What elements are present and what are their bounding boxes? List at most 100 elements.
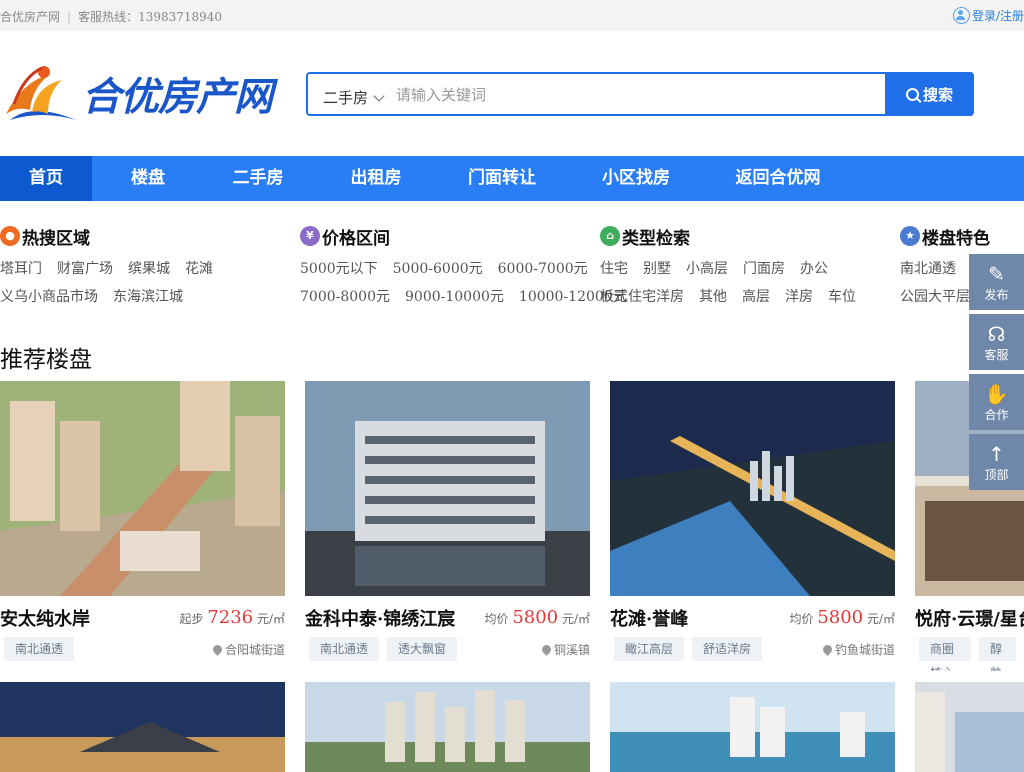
property-image[interactable] bbox=[305, 381, 590, 596]
nav-item-home[interactable]: 首页 bbox=[0, 156, 92, 201]
price-value: 7236 bbox=[207, 607, 254, 628]
filter-link[interactable]: 其他 bbox=[699, 289, 727, 305]
filter-link[interactable]: 财富广场 bbox=[57, 261, 113, 277]
search-category-select[interactable]: 二手房 bbox=[323, 87, 385, 108]
filter-area: ● 热搜区域 塔耳门 财富广场 缤果城 花滩 义乌小商品市场 东海滨江城 bbox=[0, 222, 228, 306]
property-name[interactable]: 悦府·云璟/星台 bbox=[915, 605, 1024, 631]
top-bar: 合优房产网 | 客服热线：13983718940 登录/注册 bbox=[0, 0, 1024, 31]
nav-item-back-to-main[interactable]: 返回合优网 bbox=[724, 156, 832, 201]
property-name[interactable]: 金科中泰·锦绣江宸 bbox=[305, 605, 455, 631]
filter-price-row-1: 5000元以下 5000-6000元 6000-7000元 bbox=[300, 258, 642, 278]
user-icon bbox=[952, 7, 970, 24]
nav-item-community-search[interactable]: 小区找房 bbox=[590, 156, 682, 201]
property-tag: 瞰江高层 bbox=[614, 637, 685, 661]
side-tool-service[interactable]: ☊ 客服 bbox=[969, 314, 1024, 370]
filter-type: ⌂ 类型检索 住宅 别墅 小高层 门面房 办公 板式住宅洋房 其他 高层 洋房 车位 bbox=[600, 222, 871, 306]
site-logo[interactable]: 合优房产网 bbox=[2, 62, 277, 126]
filter-link[interactable]: 小高层 bbox=[686, 261, 728, 277]
property-image[interactable] bbox=[0, 381, 285, 596]
filter-link[interactable]: 门面房 bbox=[743, 261, 785, 277]
property-card[interactable]: 金科中泰·锦绣江宸 均价 5800 元/㎡ 南北通透 透大飘窗 铜溪镇 bbox=[305, 381, 590, 661]
property-name[interactable]: 花滩·誉峰 bbox=[610, 605, 688, 631]
search-icon bbox=[905, 87, 919, 101]
property-price: 均价 5800 元/㎡ bbox=[789, 607, 895, 628]
site-name-link[interactable]: 合优房产网 bbox=[0, 10, 60, 24]
filter-area-row-1: 塔耳门 财富广场 缤果城 花滩 bbox=[0, 258, 228, 278]
side-tool-label: 顶部 bbox=[984, 468, 1009, 482]
filter-link[interactable]: 车位 bbox=[828, 289, 856, 305]
nav-item-resale[interactable]: 二手房 bbox=[218, 156, 298, 201]
side-tool-publish[interactable]: ✎ 发布 bbox=[969, 254, 1024, 310]
property-tag: 舒适洋房 bbox=[692, 637, 763, 661]
filter-link[interactable]: 7000-8000元 bbox=[300, 289, 390, 305]
login-register-link[interactable]: 登录/注册 bbox=[952, 7, 1024, 24]
filter-panel: ● 热搜区域 塔耳门 财富广场 缤果城 花滩 义乌小商品市场 东海滨江城 ¥ 价格区间 … bbox=[0, 222, 1024, 322]
search-bar: 二手房 搜索 bbox=[306, 72, 974, 116]
property-tag: 醇熟 bbox=[979, 637, 1016, 671]
hotline-text: 客服热线：13983718940 bbox=[78, 10, 223, 24]
filter-link[interactable]: 高层 bbox=[742, 289, 770, 305]
yen-icon: ¥ bbox=[300, 226, 320, 246]
filter-link[interactable]: 5000元以下 bbox=[300, 261, 378, 277]
login-label: 登录/注册 bbox=[971, 9, 1024, 23]
nav-item-shop-transfer[interactable]: 门面转让 bbox=[456, 156, 548, 201]
filter-type-heading: ⌂ 类型检索 bbox=[600, 222, 871, 250]
property-tag: 商圈核心 bbox=[919, 637, 971, 671]
filter-link[interactable]: 义乌小商品市场 bbox=[0, 289, 98, 305]
filter-feature-heading: ★ 楼盘特色 bbox=[900, 222, 990, 250]
property-tags: 南北通透 bbox=[4, 637, 82, 661]
chevron-down-icon bbox=[373, 89, 385, 102]
filter-price: ¥ 价格区间 5000元以下 5000-6000元 6000-7000元 7000-… bbox=[300, 222, 642, 306]
property-card[interactable]: 花滩·誉峰 均价 5800 元/㎡ 瞰江高层 舒适洋房 钓鱼城街道 bbox=[610, 381, 895, 661]
filter-type-row-1: 住宅 别墅 小高层 门面房 办公 bbox=[600, 258, 871, 278]
top-bar-left: 合优房产网 | 客服热线：13983718940 bbox=[0, 8, 222, 25]
filter-feature-title: 楼盘特色 bbox=[922, 228, 990, 249]
filter-link[interactable]: 缤果城 bbox=[128, 261, 170, 277]
filter-link[interactable]: 9000-10000元 bbox=[405, 289, 504, 305]
property-image[interactable] bbox=[305, 682, 590, 772]
location-text: 合阳城街道 bbox=[224, 643, 285, 657]
filter-link[interactable]: 住宅 bbox=[600, 261, 628, 277]
filter-link[interactable]: 东海滨江城 bbox=[113, 289, 183, 305]
property-name[interactable]: 安太纯水岸 bbox=[0, 605, 90, 631]
search-button[interactable]: 搜索 bbox=[885, 72, 974, 116]
nav-item-rental[interactable]: 出租房 bbox=[336, 156, 416, 201]
filter-link[interactable]: 5000-6000元 bbox=[393, 261, 483, 277]
filter-type-row-2: 板式住宅洋房 其他 高层 洋房 车位 bbox=[600, 286, 871, 306]
main-nav: 首页 楼盘 二手房 出租房 门面转让 小区找房 返回合优网 bbox=[0, 156, 1024, 201]
filter-area-row-2: 义乌小商品市场 东海滨江城 bbox=[0, 286, 228, 306]
price-value: 5800 bbox=[817, 607, 864, 628]
side-tool-back-to-top[interactable]: ↑ 顶部 bbox=[969, 434, 1024, 490]
filter-link[interactable]: 板式住宅洋房 bbox=[600, 289, 684, 305]
property-location: 合阳城街道 bbox=[211, 641, 285, 658]
filter-link[interactable]: 公园大平层 bbox=[900, 289, 970, 305]
nav-item-new-homes[interactable]: 楼盘 bbox=[108, 156, 188, 201]
price-unit: 元/㎡ bbox=[561, 612, 590, 626]
property-card[interactable]: 安太纯水岸 起步 7236 元/㎡ 南北通透 合阳城街道 bbox=[0, 381, 285, 661]
property-tag: 南北通透 bbox=[4, 637, 75, 661]
filter-price-title: 价格区间 bbox=[322, 228, 390, 249]
filter-link[interactable]: 6000-7000元 bbox=[498, 261, 588, 277]
filter-link[interactable]: 塔耳门 bbox=[0, 261, 42, 277]
filter-link[interactable]: 花滩 bbox=[185, 261, 213, 277]
price-unit: 元/㎡ bbox=[866, 612, 895, 626]
filter-link[interactable]: 办公 bbox=[800, 261, 828, 277]
filter-link[interactable]: 洋房 bbox=[785, 289, 813, 305]
property-price: 均价 5800 元/㎡ bbox=[484, 607, 590, 628]
property-tag: 南北通透 bbox=[309, 637, 380, 661]
property-image[interactable] bbox=[0, 682, 285, 772]
side-tool-cooperate[interactable]: ✋ 合作 bbox=[969, 374, 1024, 430]
property-image[interactable] bbox=[915, 682, 1024, 772]
property-image[interactable] bbox=[610, 682, 895, 772]
property-tags: 瞰江高层 舒适洋房 bbox=[614, 637, 770, 661]
search-input[interactable] bbox=[396, 82, 876, 108]
map-pin-icon bbox=[821, 643, 834, 656]
filter-link[interactable]: 南北通透 bbox=[900, 261, 956, 277]
price-prefix: 均价 bbox=[789, 612, 814, 626]
property-image[interactable] bbox=[610, 381, 895, 596]
property-tags: 南北通透 透大飘窗 bbox=[309, 637, 465, 661]
filter-link[interactable]: 别墅 bbox=[643, 261, 671, 277]
edit-icon: ✎ bbox=[988, 262, 1005, 286]
handshake-icon: ✋ bbox=[984, 382, 1009, 406]
headset-icon: ☊ bbox=[987, 322, 1006, 346]
